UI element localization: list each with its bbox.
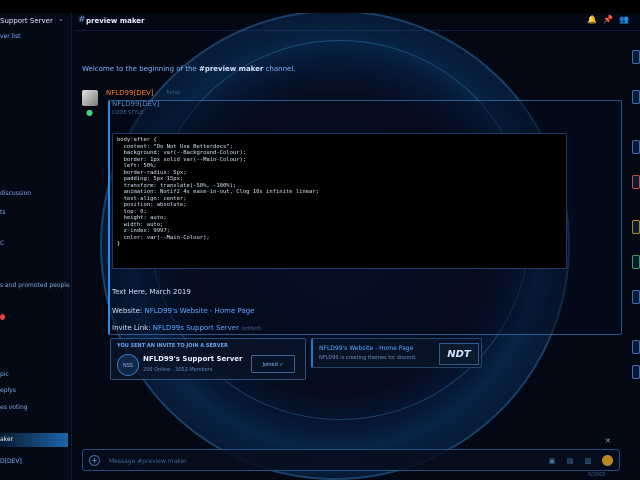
status-icon: ● xyxy=(86,108,93,117)
message-timestamp: Today xyxy=(166,90,181,96)
link-preview-desc: NFLD99 is creating themes for discord. xyxy=(319,355,417,361)
welcome-channel: #preview maker xyxy=(198,65,264,73)
server-icon[interactable] xyxy=(632,90,640,104)
link-preview-thumbnail[interactable]: NDT xyxy=(439,343,479,365)
bell-icon[interactable]: 🔔 xyxy=(587,15,597,25)
invite-link[interactable]: NFLD99s Support Server xyxy=(153,324,239,332)
upload-plus-icon[interactable]: + xyxy=(89,455,100,466)
message-composer: + ▣ ▤ ▥ xyxy=(82,449,620,471)
server-icon[interactable] xyxy=(632,220,640,234)
gift-icon[interactable]: ▣ xyxy=(547,456,557,466)
sidebar-item-discussion[interactable]: discussion xyxy=(0,190,70,197)
server-list-strip xyxy=(632,40,640,390)
welcome-prefix: Welcome to the beginning of the xyxy=(82,65,199,73)
message-input[interactable] xyxy=(109,454,529,468)
link-preview-title[interactable]: NFLD99's Website - Home Page xyxy=(319,345,413,352)
members-icon[interactable]: 👥 xyxy=(619,15,629,25)
invite-server-stats: 256 Online · 3052 Members xyxy=(143,367,213,373)
website-link[interactable]: NFLD99's Website - Home Page xyxy=(145,307,255,315)
server-icon[interactable] xyxy=(632,365,640,379)
server-icon[interactable] xyxy=(632,140,640,154)
char-count: 0/2000 xyxy=(588,472,606,478)
server-icon[interactable] xyxy=(632,340,640,354)
server-sub-label[interactable]: ver list xyxy=(0,33,20,40)
invite-card-title: YOU SENT AN INVITE TO JOIN A SERVER xyxy=(117,343,228,349)
invite-server-name[interactable]: NFLD99's Support Server xyxy=(143,355,243,363)
welcome-suffix: channel. xyxy=(263,65,296,73)
close-icon[interactable]: ✕ xyxy=(605,437,611,445)
invite-card: YOU SENT AN INVITE TO JOIN A SERVER NSS … xyxy=(110,338,306,380)
channel-header: # preview maker 🔔 📌 👥 xyxy=(74,13,640,31)
server-icon[interactable] xyxy=(632,255,640,269)
embed-author: NFLD99[DEV] xyxy=(112,100,160,108)
emoji-icon[interactable] xyxy=(602,455,613,466)
avatar[interactable] xyxy=(82,90,98,106)
server-icon[interactable] xyxy=(632,290,640,304)
server-avatar-icon[interactable]: NSS xyxy=(117,354,139,376)
embed-author-sub: CODE STYLE xyxy=(112,110,144,116)
invite-label: Invite Link: xyxy=(112,324,153,332)
channel-sidebar: Support Server ⌄ ver list discussion ts … xyxy=(0,13,72,480)
notification-dot xyxy=(0,314,5,320)
sidebar-item-replys[interactable]: eplys xyxy=(0,387,70,394)
embed-text-line: Text Here, March 2019 xyxy=(112,288,191,296)
channel-welcome: Welcome to the beginning of the #preview… xyxy=(82,65,296,73)
server-icon[interactable] xyxy=(632,50,640,64)
code-block: body:after { content: "Do Not Use Better… xyxy=(112,133,567,269)
user-tag[interactable]: D[DEV] xyxy=(0,458,22,465)
sidebar-item-c[interactable]: C xyxy=(0,240,70,247)
gif-icon[interactable]: ▤ xyxy=(565,456,575,466)
sidebar-item-voting[interactable]: es voting xyxy=(0,404,70,411)
website-label: Website: xyxy=(112,307,145,315)
server-icon[interactable] xyxy=(632,175,640,189)
link-preview-card: NFLD99's Website - Home Page NFLD99 is c… xyxy=(311,338,482,368)
message-author[interactable]: NFLD99[DEV] xyxy=(106,89,154,97)
hash-icon: # xyxy=(78,15,86,25)
joined-button[interactable]: Joined ✓ xyxy=(251,355,295,373)
sidebar-item-pic[interactable]: pic xyxy=(0,371,70,378)
sidebar-item-preview-maker[interactable]: aker xyxy=(0,433,68,447)
sidebar-item-promoted[interactable]: s and promoted people xyxy=(0,282,70,289)
channel-title: preview maker xyxy=(86,17,145,25)
embed-invite-line: Invite Link: NFLD99s Support Server (edi… xyxy=(112,324,261,332)
sidebar-item-ts[interactable]: ts xyxy=(0,209,70,216)
embed-website-line: Website: NFLD99's Website - Home Page xyxy=(112,307,254,315)
pin-icon[interactable]: 📌 xyxy=(603,15,613,25)
title-bar xyxy=(0,0,640,13)
sticker-icon[interactable]: ▥ xyxy=(583,456,593,466)
edited-label: (edited) xyxy=(241,326,261,332)
chevron-down-icon[interactable]: ⌄ xyxy=(58,15,64,23)
